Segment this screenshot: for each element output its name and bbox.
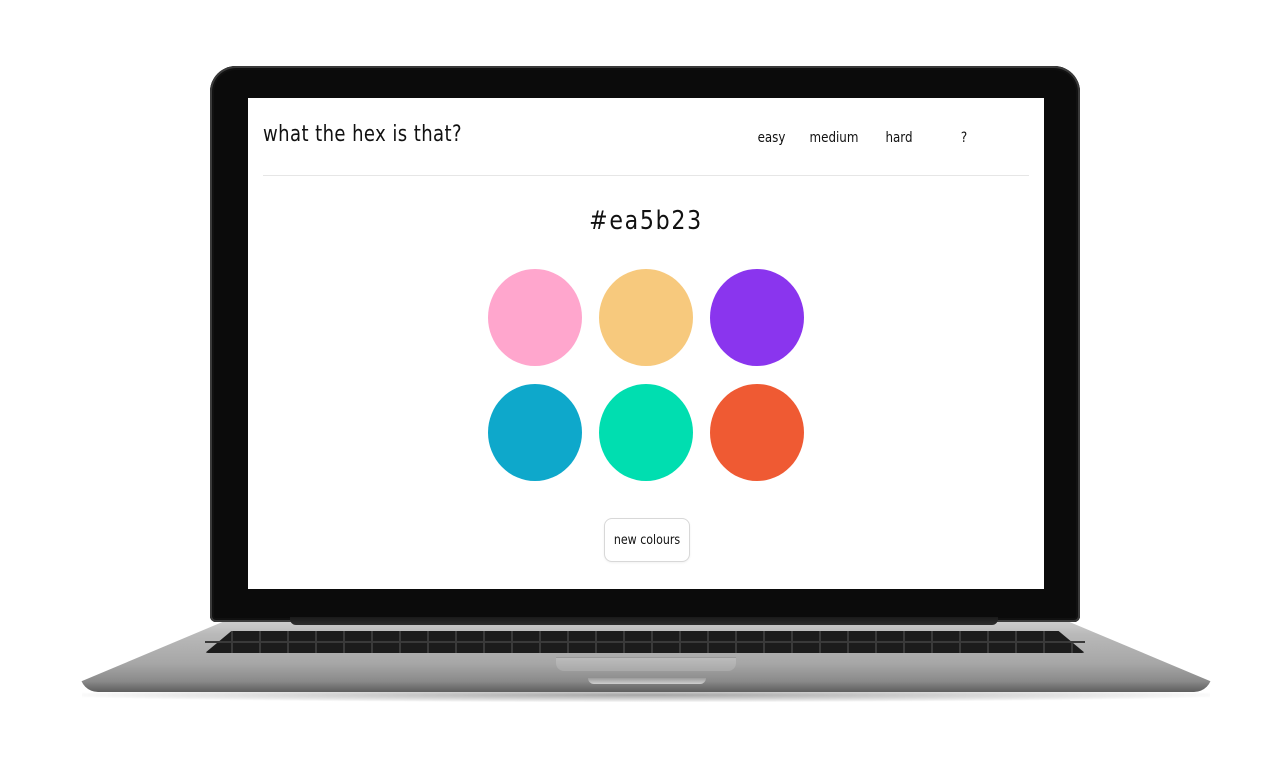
nav-medium-link[interactable]: medium — [804, 130, 864, 146]
laptop-mockup: what the hex is that? easy medium hard ?… — [0, 0, 1276, 773]
app-title: what the hex is that? — [263, 122, 462, 147]
target-hex-code: #ea5b23 — [589, 206, 703, 236]
color-swatch[interactable] — [488, 269, 582, 366]
laptop-notch — [588, 678, 706, 684]
new-colours-button[interactable]: new colours — [604, 518, 690, 562]
difficulty-menu: easy medium hard ? — [744, 130, 999, 146]
color-swatch[interactable] — [599, 384, 693, 481]
keyboard-divider — [205, 641, 1085, 643]
top-navbar: what the hex is that? easy medium hard ? — [263, 98, 1029, 176]
laptop-hinge — [290, 617, 998, 625]
color-swatch[interactable] — [710, 269, 804, 366]
color-swatch[interactable] — [710, 384, 804, 481]
nav-easy-link[interactable]: easy — [748, 130, 795, 146]
nav-help-link[interactable]: ? — [934, 130, 994, 146]
color-swatch-grid — [488, 269, 805, 481]
color-swatch[interactable] — [599, 269, 693, 366]
color-swatch[interactable] — [488, 384, 582, 481]
app-screen: what the hex is that? easy medium hard ?… — [248, 98, 1044, 589]
nav-hard-link[interactable]: hard — [874, 130, 925, 146]
laptop-trackpad — [556, 657, 736, 671]
new-colours-label: new colours — [613, 532, 681, 548]
